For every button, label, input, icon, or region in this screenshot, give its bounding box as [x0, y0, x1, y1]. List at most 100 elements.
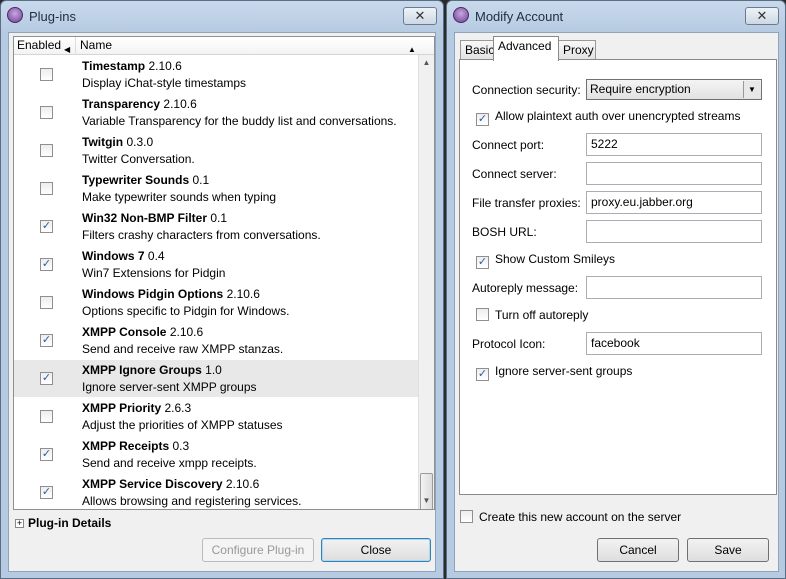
plugin-row[interactable]: ✓ XMPP Ignore Groups 1.0 Ignore server-sen… [14, 360, 419, 398]
column-header-enabled-label: Enabled [17, 38, 62, 52]
plugin-details-label: Plug-in Details [28, 516, 112, 530]
connect-server-field[interactable] [586, 162, 762, 185]
chevron-down-icon: ▼ [743, 81, 760, 98]
plugin-enabled-checkbox[interactable]: ✓ [40, 448, 53, 461]
plugin-description: Make typewriter sounds when typing [82, 190, 277, 204]
plugin-enabled-checkbox[interactable] [40, 106, 53, 119]
plugin-name-line: Win32 Non-BMP Filter 0.1 [82, 211, 227, 225]
plugin-name: Twitgin [82, 135, 124, 149]
plugin-name: Windows Pidgin Options [82, 287, 224, 301]
plugin-details-expander[interactable]: + Plug-in Details [15, 515, 111, 531]
plugin-list-scrollbar[interactable]: ▲ ▼ [418, 55, 434, 509]
column-header-enabled[interactable]: Enabled ◀ [14, 37, 76, 55]
create-account-checkbox[interactable]: Create this new account on the server [460, 510, 681, 524]
autoreply-message-field[interactable] [586, 276, 762, 299]
plugin-description: Twitter Conversation. [82, 152, 195, 166]
ignore-server-groups-label: Ignore server-sent groups [495, 364, 633, 378]
connection-security-label: Connection security: [472, 83, 581, 97]
plugin-enabled-checkbox[interactable]: ✓ [40, 334, 53, 347]
plugin-description: Send and receive xmpp receipts. [82, 456, 257, 470]
plugin-name: Timestamp [82, 59, 146, 73]
plugins-window-title: Plug-ins [29, 9, 76, 24]
plugin-row[interactable]: Windows Pidgin Options 2.10.6 Options spe… [14, 284, 419, 322]
turn-off-autoreply-checkbox[interactable]: Turn off autoreply [476, 308, 588, 322]
ignore-server-groups-checkbox[interactable]: ✓ Ignore server-sent groups [476, 364, 632, 381]
connect-port-field[interactable]: 5222 [586, 133, 762, 156]
checkbox-icon [460, 510, 473, 523]
plugin-row[interactable]: Typewriter Sounds 0.1 Make typewriter sou… [14, 170, 419, 208]
plugin-row[interactable]: Timestamp 2.10.6 Display iChat-style time… [14, 56, 419, 94]
plugin-enabled-checkbox[interactable]: ✓ [40, 220, 53, 233]
pidgin-app-icon [453, 7, 469, 23]
plugin-name-line: Typewriter Sounds 0.1 [82, 173, 209, 187]
file-transfer-proxies-field[interactable]: proxy.eu.jabber.org [586, 191, 762, 214]
plugin-enabled-checkbox[interactable]: ✓ [40, 258, 53, 271]
protocol-icon-field[interactable]: facebook [586, 332, 762, 355]
plugin-enabled-checkbox[interactable] [40, 68, 53, 81]
plugin-row[interactable]: ✓ XMPP Service Discovery 2.10.6 Allows bro… [14, 474, 419, 509]
plugin-description: Display iChat-style timestamps [82, 76, 247, 90]
plugin-version: 2.6.3 [164, 401, 192, 415]
plugin-row[interactable]: ✓ XMPP Receipts 0.3 Send and receive xmpp … [14, 436, 419, 474]
plugin-list-header: Enabled ◀ Name ▲ [14, 37, 434, 55]
plugin-description: Send and receive raw XMPP stanzas. [82, 342, 284, 356]
connection-security-select[interactable]: Require encryption ▼ [586, 79, 762, 100]
plugin-version: 0.1 [192, 173, 210, 187]
configure-plugin-button[interactable]: Configure Plug-in [202, 538, 314, 562]
autoreply-message-label: Autoreply message: [472, 281, 579, 295]
plugin-list[interactable]: Enabled ◀ Name ▲ Timestamp 2.10.6 Display… [13, 36, 435, 510]
tab-advanced[interactable]: Advanced [493, 36, 559, 61]
plugin-name: XMPP Priority [82, 401, 162, 415]
show-custom-smileys-checkbox[interactable]: ✓ Show Custom Smileys [476, 252, 615, 269]
plugin-version: 0.1 [210, 211, 228, 225]
show-custom-smileys-label: Show Custom Smileys [495, 252, 616, 266]
plugins-close-window-button[interactable]: ✕ [403, 7, 437, 25]
expander-plus-icon: + [15, 518, 24, 528]
column-header-name[interactable]: Name ▲ [76, 37, 420, 55]
account-titlebar[interactable]: Modify Account ✕ [447, 1, 785, 33]
plugin-enabled-checkbox[interactable]: ✓ [40, 486, 53, 499]
cancel-button[interactable]: Cancel [597, 538, 679, 562]
plugin-name: XMPP Ignore Groups [82, 363, 202, 377]
plugin-description: Win7 Extensions for Pidgin [82, 266, 226, 280]
plugin-name-line: XMPP Priority 2.6.3 [82, 401, 191, 415]
account-client-area: Basic Advanced Proxy Connection security… [454, 32, 779, 572]
plugin-row[interactable]: Transparency 2.10.6 Variable Transparency… [14, 94, 419, 132]
plugin-name: Win32 Non-BMP Filter [82, 211, 208, 225]
bosh-url-field[interactable] [586, 220, 762, 243]
account-close-window-button[interactable]: ✕ [745, 7, 779, 25]
plugin-enabled-checkbox[interactable] [40, 182, 53, 195]
plugin-row[interactable]: ✓ XMPP Console 2.10.6 Send and receive raw… [14, 322, 419, 360]
checkbox-icon [476, 308, 489, 321]
tab-proxy[interactable]: Proxy [558, 40, 596, 60]
plugin-enabled-checkbox[interactable] [40, 296, 53, 309]
plugin-name: XMPP Service Discovery [82, 477, 223, 491]
plugin-row[interactable]: ✓ Win32 Non-BMP Filter 0.1 Filters crashy … [14, 208, 419, 246]
scroll-down-icon[interactable]: ▼ [419, 493, 434, 509]
plugin-name-line: Timestamp 2.10.6 [82, 59, 182, 73]
close-button[interactable]: Close [321, 538, 431, 562]
plugin-row[interactable]: ✓ Windows 7 0.4 Win7 Extensions for Pidgin [14, 246, 419, 284]
plugin-name-line: Twitgin 0.3.0 [82, 135, 153, 149]
plugin-row[interactable]: XMPP Priority 2.6.3 Adjust the priorities… [14, 398, 419, 436]
scroll-up-icon[interactable]: ▲ [419, 55, 434, 71]
plugins-client-area: Enabled ◀ Name ▲ Timestamp 2.10.6 Display… [8, 32, 436, 572]
turn-off-autoreply-label: Turn off autoreply [495, 308, 589, 322]
save-button[interactable]: Save [687, 538, 769, 562]
plugin-enabled-checkbox[interactable]: ✓ [40, 372, 53, 385]
plugin-name: Windows 7 [82, 249, 145, 263]
plugin-description: Adjust the priorities of XMPP statuses [82, 418, 283, 432]
allow-plaintext-checkbox[interactable]: ✓ Allow plaintext auth over unencrypted s… [476, 109, 740, 126]
plugin-version: 0.4 [147, 249, 165, 263]
tab-basic[interactable]: Basic [460, 40, 494, 60]
checkbox-icon: ✓ [476, 113, 489, 126]
plugin-enabled-checkbox[interactable] [40, 144, 53, 157]
allow-plaintext-label: Allow plaintext auth over unencrypted st… [495, 109, 741, 123]
plugin-version: 2.10.6 [226, 287, 260, 301]
bosh-url-label: BOSH URL: [472, 225, 537, 239]
plugin-enabled-checkbox[interactable] [40, 410, 53, 423]
plugins-titlebar[interactable]: Plug-ins ✕ [1, 1, 443, 33]
plugin-row[interactable]: Twitgin 0.3.0 Twitter Conversation. [14, 132, 419, 170]
plugin-name: XMPP Receipts [82, 439, 170, 453]
advanced-tab-panel: Connection security: Require encryption … [459, 59, 777, 495]
